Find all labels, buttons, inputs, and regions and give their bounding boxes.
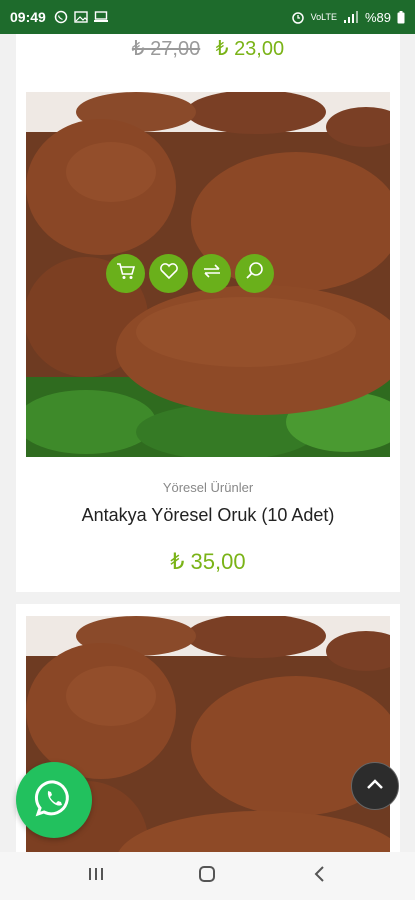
compare-icon [202,262,222,285]
quick-view-button[interactable] [235,254,274,293]
gallery-notification-icon [74,11,88,23]
heart-icon [159,262,179,285]
status-time: 09:49 [10,9,46,25]
back-icon [312,865,326,888]
chevron-up-icon [366,777,384,795]
battery-icon [397,10,405,24]
status-bar: 09:49 VoLTE %89 [0,0,415,34]
wishlist-button[interactable] [149,254,188,293]
cart-icon [116,262,136,285]
scroll-to-top-button[interactable] [351,762,399,810]
product-title[interactable]: Antakya Yöresel Oruk (10 Adet) [16,505,400,526]
signal-icon [343,11,359,23]
old-price: ₺ 27,00 [131,38,201,60]
whatsapp-notification-icon [54,10,68,24]
battery-level: %89 [364,9,391,25]
network-type: VoLTE [310,12,337,22]
product-category[interactable]: Yöresel Ürünler [16,480,400,495]
recent-apps-icon [87,866,105,887]
sale-price: ₺ 23,00 [215,38,285,60]
back-button[interactable] [299,856,339,896]
product-list[interactable]: ₺ 27,00 ₺ 23,00 Yöresel Ürünler Antakya … [0,34,415,852]
compare-button[interactable] [192,254,231,293]
screen-notification-icon [93,11,108,23]
product-card[interactable]: Yöresel Ürünler Antakya Yöresel Oruk (10… [16,80,400,592]
alarm-icon [291,10,305,24]
home-icon [197,864,217,889]
whatsapp-icon [33,777,75,824]
product-price: ₺ 35,00 [170,549,246,574]
product-actions [106,254,274,293]
search-icon [245,261,265,286]
whatsapp-button[interactable] [16,762,92,838]
android-nav-bar [0,852,415,900]
add-to-cart-button[interactable] [106,254,145,293]
recent-apps-button[interactable] [76,856,116,896]
home-button[interactable] [187,856,227,896]
